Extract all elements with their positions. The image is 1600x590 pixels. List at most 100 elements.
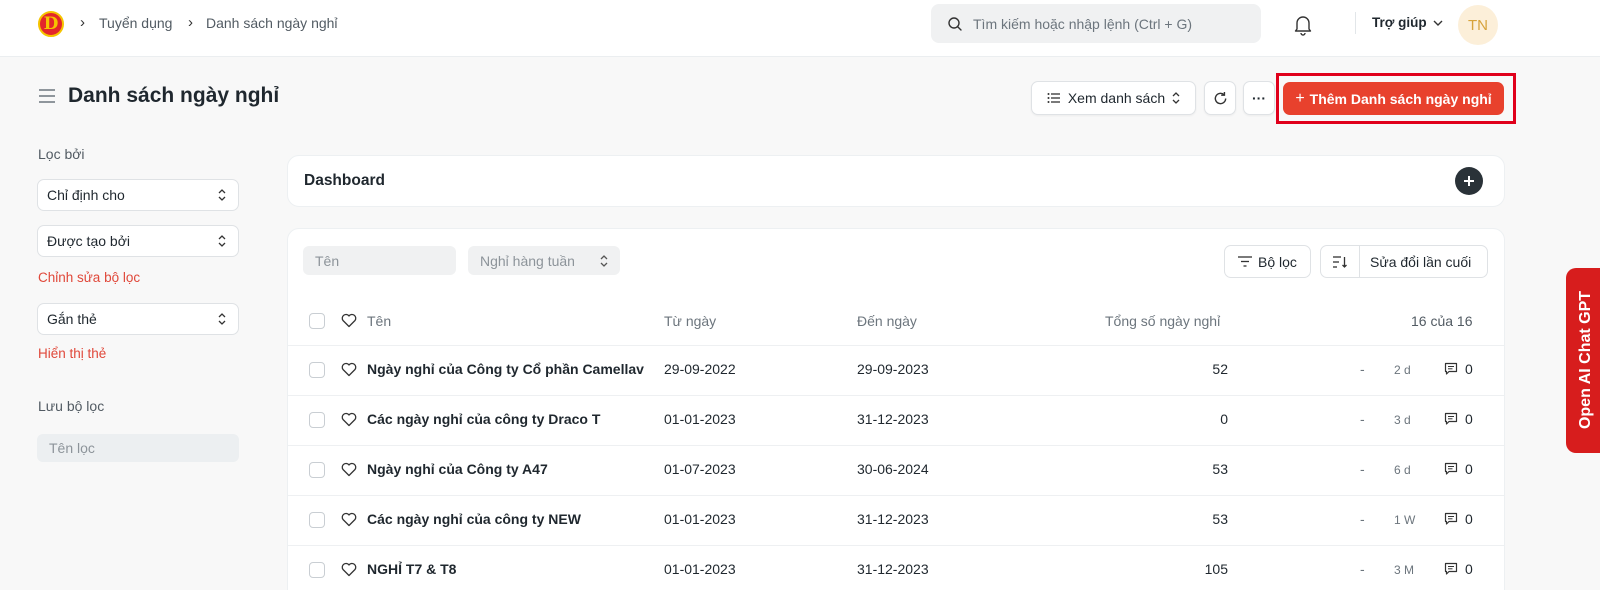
divider	[1355, 12, 1356, 34]
updown-chevron-icon	[600, 254, 608, 267]
row-to-date: 30-06-2024	[857, 461, 929, 477]
show-tags-link[interactable]: Hiển thị thẻ	[38, 346, 106, 361]
row-modified-age: 1 W	[1394, 513, 1416, 527]
comment-icon[interactable]	[1444, 412, 1458, 425]
tags-label: Gắn thẻ	[47, 311, 97, 327]
column-header-total-holidays: Tổng số ngày nghỉ	[1105, 313, 1221, 329]
edit-filters-link[interactable]: Chỉnh sửa bộ lọc	[38, 270, 140, 285]
comment-icon[interactable]	[1444, 362, 1458, 375]
app-logo[interactable]: D	[38, 11, 64, 37]
name-filter-input[interactable]: Tên	[303, 246, 456, 275]
dashboard-title: Dashboard	[304, 172, 385, 189]
row-name-link[interactable]: Các ngày nghỉ của công ty Draco T	[367, 411, 650, 427]
heart-icon[interactable]	[341, 313, 357, 328]
row-status-dash: -	[1360, 361, 1365, 377]
heart-icon[interactable]	[341, 462, 357, 477]
sort-control[interactable]: Sửa đổi lần cuối	[1320, 245, 1488, 278]
sort-field-label[interactable]: Sửa đổi lần cuối	[1360, 254, 1471, 270]
row-to-date: 31-12-2023	[857, 561, 929, 577]
reload-button[interactable]	[1204, 81, 1236, 115]
heart-icon[interactable]	[341, 362, 357, 377]
comment-icon[interactable]	[1444, 512, 1458, 525]
row-checkbox[interactable]	[309, 562, 325, 578]
row-checkbox[interactable]	[309, 412, 325, 428]
row-total-holidays: 105	[1204, 561, 1228, 577]
row-from-date: 01-01-2023	[664, 561, 736, 577]
row-checkbox[interactable]	[309, 512, 325, 528]
row-name-link[interactable]: Các ngày nghỉ của công ty NEW	[367, 511, 650, 527]
row-to-date: 29-09-2023	[857, 361, 929, 377]
filter-icon	[1238, 256, 1252, 267]
refresh-icon	[1214, 91, 1226, 104]
row-modified-age: 2 d	[1394, 363, 1411, 377]
updown-chevron-icon	[218, 189, 226, 201]
view-switcher-button[interactable]: Xem danh sách	[1031, 81, 1196, 115]
column-header-from-date: Từ ngày	[664, 313, 717, 329]
breadcrumb-holiday-list[interactable]: Danh sách ngày nghỉ	[206, 15, 338, 31]
breadcrumb-recruitment[interactable]: Tuyển dụng	[99, 15, 172, 31]
help-menu[interactable]: Trợ giúp	[1372, 15, 1443, 30]
tags-select[interactable]: Gắn thẻ	[37, 303, 239, 335]
row-from-date: 01-07-2023	[664, 461, 736, 477]
list-icon	[1047, 93, 1060, 103]
assigned-to-select[interactable]: Chỉ định cho	[37, 179, 239, 211]
column-header-name: Tên	[367, 313, 392, 329]
assigned-to-label: Chỉ định cho	[47, 187, 125, 203]
row-status-dash: -	[1360, 411, 1365, 427]
heart-icon[interactable]	[341, 412, 357, 427]
created-by-label: Được tạo bởi	[47, 233, 130, 249]
updown-chevron-icon	[218, 313, 226, 325]
bell-icon[interactable]	[1293, 14, 1313, 36]
row-total-holidays: 53	[1212, 461, 1228, 477]
row-name-link[interactable]: Ngày nghỉ của Công ty A47	[367, 461, 650, 477]
chatgpt-tab-label: Open AI Chat GPT	[1577, 290, 1594, 430]
avatar[interactable]: TN	[1458, 5, 1498, 45]
row-to-date: 31-12-2023	[857, 411, 929, 427]
sort-order-button[interactable]	[1321, 246, 1360, 277]
sidebar-toggle-icon[interactable]	[38, 88, 56, 104]
heart-icon[interactable]	[341, 512, 357, 527]
heart-icon[interactable]	[341, 562, 357, 577]
record-count: 16 của 16	[1411, 313, 1473, 329]
comment-icon[interactable]	[1444, 462, 1458, 475]
highlight-annotation	[1276, 73, 1516, 124]
row-total-holidays: 0	[1220, 411, 1228, 427]
row-name-link[interactable]: Ngày nghỉ của Công ty Cổ phần Camellav	[367, 361, 650, 377]
created-by-select[interactable]: Được tạo bởi	[37, 225, 239, 257]
search-input[interactable]	[973, 15, 1243, 32]
updown-chevron-icon	[1172, 92, 1180, 104]
row-name-link[interactable]: NGHỈ T7 & T8	[367, 561, 650, 577]
row-from-date: 01-01-2023	[664, 411, 736, 427]
weekly-off-select[interactable]: Nghỉ hàng tuần	[468, 246, 620, 275]
comment-icon[interactable]	[1444, 562, 1458, 575]
row-from-date: 29-09-2022	[664, 361, 736, 377]
view-switcher-label: Xem danh sách	[1067, 90, 1166, 106]
navbar: D › Tuyển dụng › Danh sách ngày nghỉ Trợ…	[0, 0, 1600, 57]
search-icon	[948, 16, 962, 31]
help-label: Trợ giúp	[1372, 15, 1427, 30]
dashboard-card[interactable]: Dashboard	[287, 155, 1505, 207]
row-comment-count: 0	[1465, 561, 1473, 577]
chatgpt-side-tab[interactable]: Open AI Chat GPT	[1566, 268, 1600, 453]
filter-button[interactable]: Bộ lọc	[1224, 245, 1311, 278]
chevron-right-icon: ›	[80, 14, 85, 31]
row-total-holidays: 53	[1212, 511, 1228, 527]
select-all-checkbox[interactable]	[309, 313, 325, 329]
row-to-date: 31-12-2023	[857, 511, 929, 527]
plus-icon	[1464, 176, 1474, 186]
row-status-dash: -	[1360, 561, 1365, 577]
row-status-dash: -	[1360, 461, 1365, 477]
chevron-down-icon	[1433, 20, 1443, 26]
weekly-off-label: Nghỉ hàng tuần	[480, 252, 575, 269]
chevron-right-icon: ›	[188, 14, 193, 31]
search-bar[interactable]	[931, 4, 1261, 43]
dashboard-add-button[interactable]	[1455, 167, 1483, 195]
row-checkbox[interactable]	[309, 462, 325, 478]
saved-filters-heading: Lưu bộ lọc	[38, 398, 105, 414]
row-from-date: 01-01-2023	[664, 511, 736, 527]
filter-name-input[interactable]: Tên lọc	[37, 434, 239, 462]
more-actions-button[interactable]: ···	[1243, 81, 1275, 115]
row-checkbox[interactable]	[309, 362, 325, 378]
sort-descending-icon	[1333, 255, 1347, 268]
row-comment-count: 0	[1465, 511, 1473, 527]
